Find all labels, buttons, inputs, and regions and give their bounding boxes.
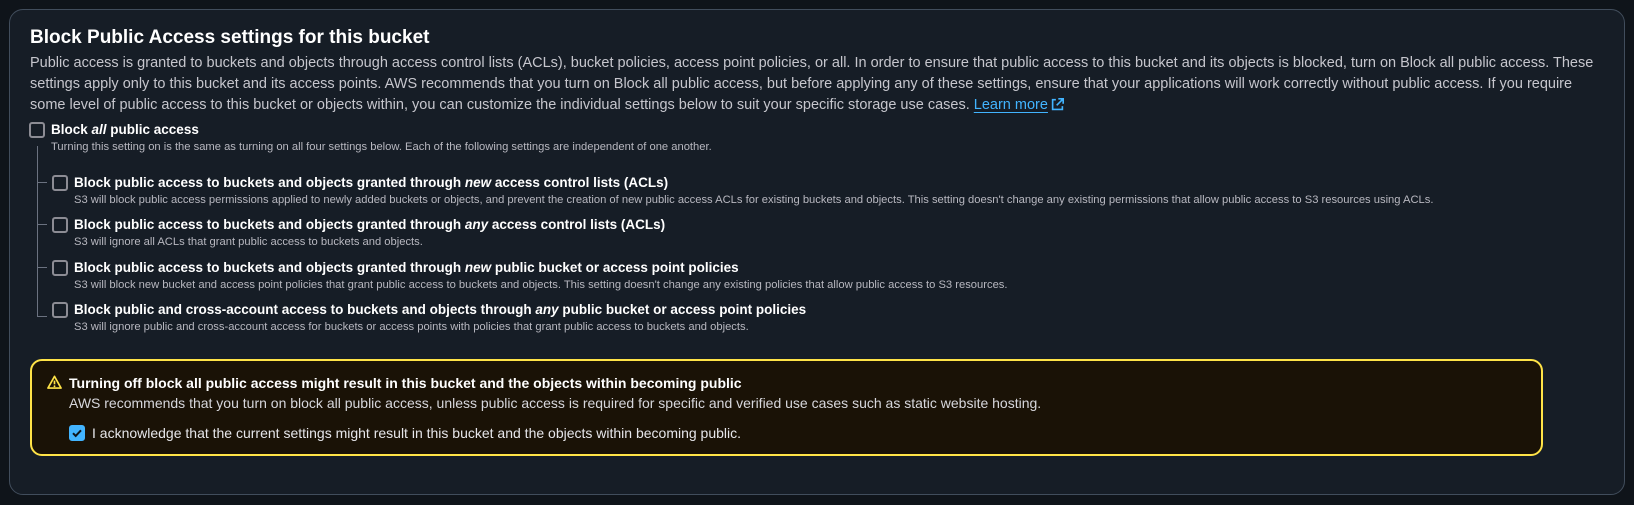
tree-connector xyxy=(37,146,38,317)
external-link-icon xyxy=(1051,98,1064,111)
warning-text: AWS recommends that you turn on block al… xyxy=(69,395,1042,411)
label-em: any xyxy=(464,217,489,232)
block-new-policies-description: S3 will block new bucket and access poin… xyxy=(74,279,1008,291)
label-pre: Block public and cross-account access to… xyxy=(74,302,536,317)
block-all-label: Block all public access xyxy=(51,122,199,137)
acknowledge-checkbox[interactable] xyxy=(69,425,85,441)
label-post: access control lists (ACLs) xyxy=(491,175,669,190)
block-any-acls-description: S3 will ignore all ACLs that grant publi… xyxy=(74,236,423,248)
label-em: new xyxy=(464,175,492,190)
label-em: new xyxy=(464,260,492,275)
block-new-acls-description: S3 will block public access permissions … xyxy=(74,194,1434,206)
label-pre: Block public access to buckets and objec… xyxy=(74,217,465,232)
warning-title: Turning off block all public access migh… xyxy=(69,375,742,391)
learn-more-link[interactable]: Learn more xyxy=(974,97,1064,113)
label-post: public bucket or access point policies xyxy=(491,260,739,275)
label-pre: Block public access to buckets and objec… xyxy=(74,260,465,275)
block-all-label-em: all xyxy=(91,122,107,137)
section-title: Block Public Access settings for this bu… xyxy=(30,27,430,48)
block-new-policies-label: Block public access to buckets and objec… xyxy=(74,260,739,275)
tree-branch xyxy=(37,316,47,317)
tree-branch xyxy=(37,224,47,225)
tree-branch xyxy=(37,182,47,183)
label-em: any xyxy=(535,302,559,317)
block-all-description: Turning this setting on is the same as t… xyxy=(51,141,712,153)
block-any-acls-checkbox[interactable] xyxy=(52,217,68,233)
block-all-checkbox[interactable] xyxy=(29,122,45,138)
block-all-label-pre: Block xyxy=(51,122,92,137)
block-all-label-post: public access xyxy=(106,122,199,137)
block-new-policies-checkbox[interactable] xyxy=(52,260,68,276)
block-new-acls-checkbox[interactable] xyxy=(52,175,68,191)
block-any-policies-description: S3 will ignore public and cross-account … xyxy=(74,321,749,333)
label-pre: Block public access to buckets and objec… xyxy=(74,175,465,190)
tree-branch xyxy=(37,267,47,268)
block-any-acls-label: Block public access to buckets and objec… xyxy=(74,217,665,232)
section-description: Public access is granted to buckets and … xyxy=(30,53,1610,116)
label-post: public bucket or access point policies xyxy=(558,302,807,317)
learn-more-label: Learn more xyxy=(973,97,1048,113)
block-any-policies-label: Block public and cross-account access to… xyxy=(74,302,806,317)
acknowledge-label: I acknowledge that the current settings … xyxy=(92,425,742,441)
block-any-policies-checkbox[interactable] xyxy=(52,302,68,318)
checkmark-icon xyxy=(72,429,82,438)
warning-triangle-icon xyxy=(47,375,62,389)
description-text: Public access is granted to buckets and … xyxy=(30,55,1594,113)
block-new-acls-label: Block public access to buckets and objec… xyxy=(74,175,668,190)
label-post: access control lists (ACLs) xyxy=(488,217,666,232)
